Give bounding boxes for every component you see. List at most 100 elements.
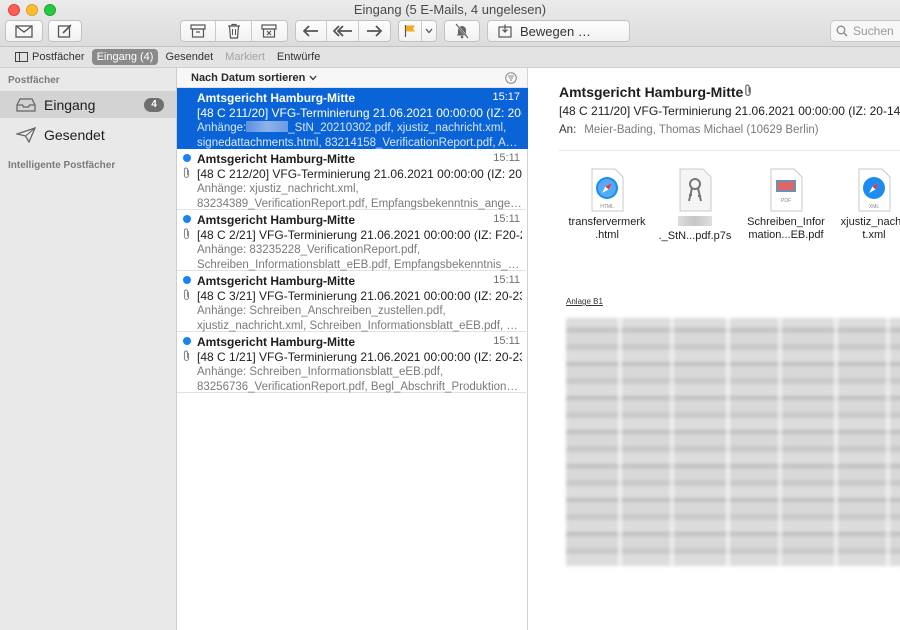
message-subject: [48 C 3/21] VFG-Terminierung 21.06.2021 …	[197, 289, 522, 303]
message-row[interactable]: Amtsgericht Hamburg-Mitte 15:11 [48 C 3/…	[177, 271, 528, 332]
message-sender: Amtsgericht Hamburg-Mitte	[197, 213, 356, 227]
pdf-document-icon: PDF	[769, 168, 803, 212]
unread-dot-icon	[183, 215, 191, 223]
sidebar-item-label: Eingang	[44, 96, 96, 113]
preview-text: Anhänge:	[197, 122, 247, 134]
paperclip-icon	[183, 228, 190, 240]
message-preview: Anhänge: Schreiben_Informationsblatt_eEB…	[197, 365, 522, 394]
header-divider	[559, 150, 900, 151]
attachment-item[interactable]: HTML transfervermerk .html	[563, 168, 651, 242]
favorite-sent[interactable]: Gesendet	[160, 49, 218, 65]
redacted-document-preview	[566, 318, 900, 566]
sidebar-item-inbox[interactable]: Eingang 4	[0, 91, 176, 118]
message-subject: [48 C 212/20] VFG-Terminierung 21.06.202…	[197, 167, 522, 181]
message-viewer: Amtsgericht Hamburg-Mitte [48 C 211/20] …	[528, 68, 900, 630]
preview-text: 83256736_VerificationReport.pdf, Begl_Ab…	[197, 380, 522, 393]
move-button[interactable]: Bewegen …	[487, 20, 630, 42]
message-time: 15:11	[493, 152, 520, 164]
message-subject: [48 C 1/21] VFG-Terminierung 21.06.2021 …	[197, 350, 522, 364]
sidebar-section-title: Postfächer	[8, 75, 60, 86]
preview-text: Schreiben_Informationsblatt_eEB.pdf, Emp…	[197, 258, 522, 271]
attachment-name: xjustiz_nachri t.xml	[840, 216, 900, 241]
unread-count-badge: 4	[144, 98, 164, 112]
archive-button[interactable]	[181, 21, 217, 41]
paperclip-icon	[183, 167, 190, 179]
sidebar-toggle-icon	[15, 52, 28, 62]
message-row[interactable]: Amtsgericht Hamburg-Mitte 15:11 [48 C 21…	[177, 149, 528, 210]
keychain-certificate-icon	[678, 168, 712, 212]
mailbox-sidebar: Postfächer Eingang 4 Gesendet Intelligen…	[0, 68, 177, 630]
attachment-item[interactable]: ._StN...pdf.p7s	[651, 168, 739, 243]
search-placeholder: Suchen	[853, 24, 894, 38]
viewer-sender: Amtsgericht Hamburg-Mitte	[559, 84, 744, 100]
reply-button[interactable]	[296, 21, 328, 41]
message-sender: Amtsgericht Hamburg-Mitte	[197, 335, 356, 349]
attachment-item[interactable]: PDF Schreiben_Infor mation...EB.pdf	[742, 168, 830, 242]
toolbar: Eingang (5 E-Mails, 4 ungelesen) Bewegen…	[0, 0, 900, 47]
paperclip-icon	[745, 84, 751, 96]
message-sender: Amtsgericht Hamburg-Mitte	[197, 152, 356, 166]
message-time: 15:11	[493, 274, 520, 286]
favorite-flagged[interactable]: Markiert	[220, 49, 270, 65]
document-label: Anlage B1	[566, 297, 603, 306]
search-field[interactable]: Suchen	[830, 20, 900, 42]
favorite-drafts[interactable]: Entwürfe	[272, 49, 325, 65]
unread-dot-icon	[183, 337, 191, 345]
flag-button[interactable]	[399, 21, 422, 41]
junk-button[interactable]	[252, 21, 287, 41]
smart-mailboxes-title[interactable]: Intelligente Postfächer	[0, 160, 115, 171]
svg-text:XML: XML	[869, 204, 880, 210]
favorites-bar: Postfächer Eingang (4) Gesendet Markiert…	[0, 47, 900, 68]
reply-all-arrow-icon	[332, 25, 352, 37]
message-preview: Anhänge: _StN_20210302.pdf, xjustiz_nachr…	[197, 121, 522, 150]
mute-button[interactable]	[444, 20, 480, 42]
viewer-recipient: An: Meier-Bading, Thomas Michael (10629 B…	[559, 124, 819, 136]
favorite-flagged-label: Markiert	[225, 51, 265, 63]
favorite-inbox[interactable]: Eingang (4)	[91, 49, 159, 65]
message-time: 15:11	[493, 335, 520, 347]
filter-icon[interactable]	[505, 72, 517, 84]
reply-arrow-icon	[303, 25, 319, 37]
recipient-label: An:	[559, 124, 577, 136]
sidebar-item-sent[interactable]: Gesendet	[0, 121, 176, 148]
message-preview: Anhänge: Schreiben_Anschreiben_zustellen…	[197, 304, 522, 333]
get-mail-button[interactable]	[5, 20, 43, 42]
sort-header[interactable]: Nach Datum sortieren	[177, 68, 527, 88]
reply-all-button[interactable]	[327, 21, 359, 41]
search-icon	[836, 25, 848, 37]
paperclip-icon	[183, 289, 190, 301]
message-time: 15:11	[493, 213, 520, 225]
forward-button[interactable]	[359, 21, 390, 41]
message-sender: Amtsgericht Hamburg-Mitte	[197, 274, 356, 288]
compose-button[interactable]	[48, 20, 82, 42]
favorite-drafts-label: Entwürfe	[276, 51, 321, 63]
junk-box-icon	[261, 24, 277, 38]
archive-delete-junk-group	[180, 20, 288, 42]
preview-text: signedattachments.html, 83214158_Verific…	[197, 136, 522, 149]
message-row[interactable]: Amtsgericht Hamburg-Mitte 15:11 [48 C 1/…	[177, 332, 528, 393]
safari-xml-icon: XML	[857, 168, 891, 212]
favorite-inbox-label: Eingang (4)	[96, 51, 154, 63]
trash-icon	[227, 23, 240, 39]
delete-button[interactable]	[216, 21, 252, 41]
bell-slash-icon	[455, 23, 469, 39]
redacted-filename	[246, 121, 289, 132]
favorite-sent-label: Gesendet	[165, 51, 214, 63]
flag-menu-button[interactable]	[422, 21, 436, 41]
forward-arrow-icon	[367, 25, 383, 37]
envelope-icon	[15, 24, 33, 38]
attachment-name: Schreiben_Infor mation...EB.pdf	[747, 216, 825, 241]
unread-dot-icon	[183, 154, 191, 162]
message-row[interactable]: Amtsgericht Hamburg-Mitte 15:17 [48 C 21…	[177, 88, 528, 149]
window-title: Eingang (5 E-Mails, 4 ungelesen)	[353, 2, 547, 17]
favorite-mailboxes-label: Postfächer	[32, 51, 85, 63]
preview-text: _StN_20210302.pdf, xjustiz_nachricht.xml…	[288, 122, 507, 134]
attachment-item[interactable]: XML xjustiz_nachri t.xml	[830, 168, 900, 242]
flag-icon	[404, 25, 415, 37]
chevron-down-icon	[309, 75, 317, 80]
redacted-filename	[678, 216, 712, 226]
preview-text: xjustiz_nachricht.xml, Schreiben_Informa…	[197, 319, 522, 332]
message-row[interactable]: Amtsgericht Hamburg-Mitte 15:11 [48 C 2/…	[177, 210, 528, 271]
message-time: 15:17	[492, 91, 520, 103]
favorite-mailboxes[interactable]: Postfächer	[10, 49, 90, 65]
